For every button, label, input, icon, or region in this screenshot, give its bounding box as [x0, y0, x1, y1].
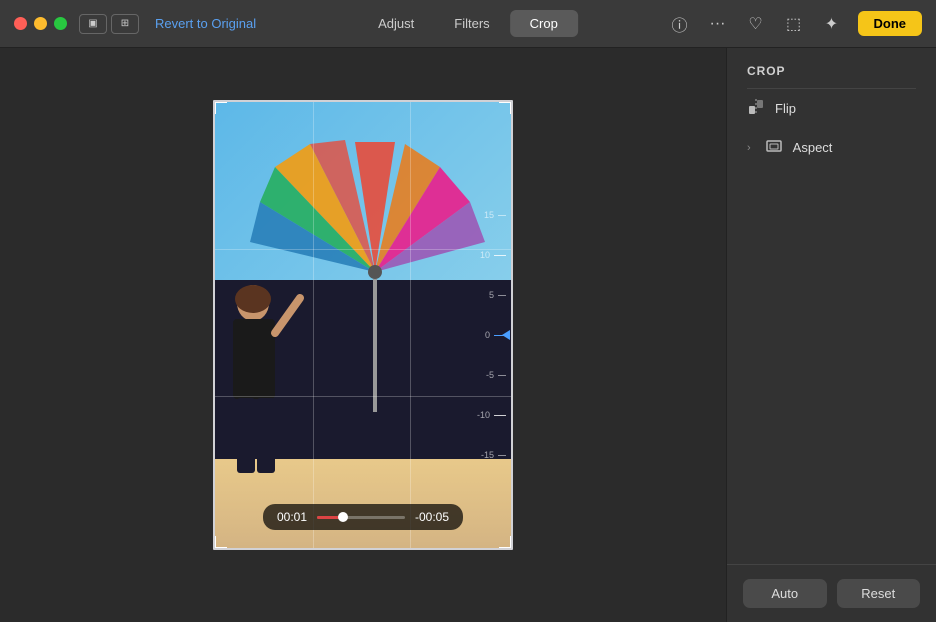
titlebar: ▣ ⊞ Revert to Original Adjust Filters Cr… — [0, 0, 936, 48]
magic-icon: ✦ — [825, 14, 838, 34]
canvas-area: 00:01 -00:05 15 10 5 — [0, 48, 726, 622]
person-svg — [225, 283, 305, 483]
done-button[interactable]: Done — [858, 11, 923, 36]
more-icon: ··· — [710, 15, 726, 33]
timeline-thumb[interactable] — [338, 512, 348, 522]
crop-handle-br[interactable] — [499, 536, 513, 550]
umbrella-scene — [215, 102, 511, 548]
dial-tick-line-major — [494, 255, 506, 256]
view-single-button[interactable]: ▣ — [79, 14, 107, 34]
aspect-chevron-left: › — [747, 142, 751, 154]
dial-tick-line-major — [494, 415, 506, 416]
aspect-item[interactable]: › Aspect — [727, 128, 936, 167]
crop-handle-tr[interactable] — [499, 100, 513, 114]
tab-bar: Adjust Filters Crop — [358, 10, 578, 37]
traffic-lights — [14, 17, 67, 30]
crop-handle-bl[interactable] — [213, 536, 227, 550]
dial-tick-line — [498, 215, 506, 216]
panel-title: CROP — [727, 48, 936, 88]
dial-tick-neg10: -10 — [477, 410, 506, 420]
dial-tick-line — [498, 375, 506, 376]
magic-button[interactable]: ✦ — [820, 12, 844, 36]
timeline-bar: 00:01 -00:05 — [263, 504, 463, 530]
dial-tick-line — [498, 455, 506, 456]
timeline-slider[interactable] — [317, 516, 405, 519]
grid-h1 — [215, 249, 511, 250]
current-time: 00:01 — [277, 510, 307, 524]
view-grid-button[interactable]: ⊞ — [111, 14, 139, 34]
dial-tick-5: 5 — [489, 290, 506, 300]
flip-icon — [747, 99, 765, 118]
revert-button[interactable]: Revert to Original — [155, 16, 256, 31]
flip-label: Flip — [775, 101, 796, 116]
dial-tick-15: 15 — [484, 210, 506, 220]
heart-icon: ♡ — [748, 14, 762, 34]
tab-crop[interactable]: Crop — [510, 10, 578, 37]
right-panel: CROP Flip › Aspect — [726, 48, 936, 622]
dial-tick-neg5: -5 — [486, 370, 506, 380]
panel-bottom: Auto Reset — [727, 564, 936, 622]
tab-adjust[interactable]: Adjust — [358, 10, 434, 37]
titlebar-right: ⓘ ··· ♡ ⬚ ✦ Done — [668, 11, 923, 36]
dial-tick-line — [498, 295, 506, 296]
aspect-label: Aspect — [793, 140, 833, 155]
info-button[interactable]: ⓘ — [668, 12, 692, 36]
view-tools: ▣ ⊞ — [79, 14, 139, 34]
crop-handle-tl[interactable] — [213, 100, 227, 114]
info-icon: ⓘ — [671, 12, 687, 36]
minimize-button[interactable] — [34, 17, 47, 30]
crop-tool-button[interactable]: ⬚ — [782, 12, 806, 36]
dial-indicator — [502, 330, 510, 340]
photo — [213, 100, 513, 550]
flip-item[interactable]: Flip — [727, 89, 936, 128]
grid-v2 — [410, 102, 411, 548]
image-container[interactable]: 00:01 -00:05 — [213, 100, 513, 550]
auto-button[interactable]: Auto — [743, 579, 827, 608]
close-button[interactable] — [14, 17, 27, 30]
person-silhouette — [225, 283, 305, 488]
reset-button[interactable]: Reset — [837, 579, 921, 608]
aspect-icon — [765, 138, 783, 157]
favorite-button[interactable]: ♡ — [744, 12, 768, 36]
main-content: 00:01 -00:05 15 10 5 — [0, 48, 936, 622]
dial-tick-10: 10 — [480, 250, 506, 260]
dial-tick-neg15: -15 — [481, 450, 506, 460]
more-button[interactable]: ··· — [706, 12, 730, 36]
grid-h2 — [215, 396, 511, 397]
remaining-time: -00:05 — [415, 510, 449, 524]
grid-v1 — [313, 102, 314, 548]
crop-icon: ⬚ — [786, 14, 801, 34]
maximize-button[interactable] — [54, 17, 67, 30]
tab-filters[interactable]: Filters — [434, 10, 509, 37]
